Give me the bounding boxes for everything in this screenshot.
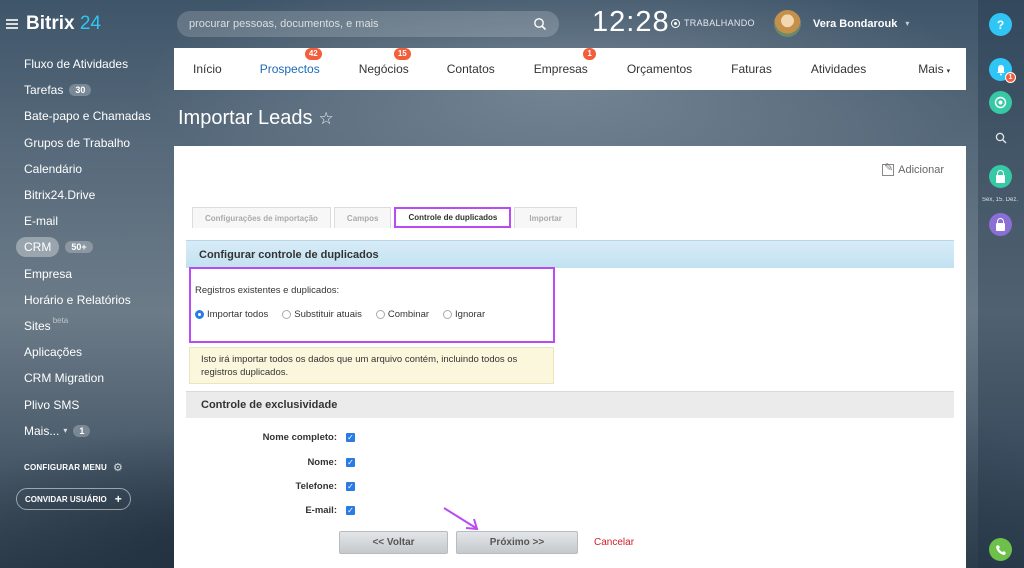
invite-user-button[interactable]: CONVIDAR USUÁRIO + <box>16 488 131 510</box>
negocios-badge: 15 <box>393 48 411 60</box>
sidebar-item-aplicacoes[interactable]: Aplicações <box>0 339 160 365</box>
step-duplicates[interactable]: Controle de duplicados <box>394 207 512 228</box>
sidebar-item-drive[interactable]: Bitrix24.Drive <box>0 182 160 208</box>
app-logo[interactable]: Bitrix 24 <box>26 13 101 35</box>
sidebar-nav: Fluxo de Atividades Tarefas 30 Bate-papo … <box>0 51 160 444</box>
sidebar-item-empresa[interactable]: Empresa <box>0 261 160 287</box>
config-menu-link[interactable]: CONFIGURAR MENU ⚙ <box>24 461 123 474</box>
user-menu[interactable]: Vera Bondarouk ▾ <box>774 10 909 37</box>
field-phone: Telefone: ✓ <box>295 481 355 492</box>
add-link[interactable]: Adicionar <box>882 161 944 176</box>
back-button[interactable]: << Voltar <box>339 531 448 554</box>
more-count-badge: 1 <box>73 424 91 437</box>
sidebar-item-mais[interactable]: Mais... ▾ 1 <box>0 418 160 444</box>
user-name: Vera Bondarouk <box>813 17 898 30</box>
tab-empresas[interactable]: Empresas 1 <box>534 48 596 76</box>
step-import[interactable]: Importar <box>514 207 577 228</box>
avatar <box>774 10 801 37</box>
sidebar-item-sites[interactable]: Sites beta <box>0 313 160 339</box>
chevron-down-icon: ▾ <box>946 68 951 75</box>
logo-row: Bitrix 24 <box>0 0 160 48</box>
tab-orcamentos[interactable]: Orçamentos <box>627 62 692 76</box>
tab-prospectos[interactable]: Prospectos 42 <box>260 48 322 76</box>
chat-icon[interactable] <box>989 91 1012 114</box>
page-title: Importar Leads ☆ <box>178 107 334 129</box>
search-icon[interactable] <box>989 126 1012 149</box>
crm-count-badge: 50+ <box>65 241 93 254</box>
tab-inicio[interactable]: Início <box>193 62 222 76</box>
sidebar-item-email[interactable]: E-mail <box>0 208 160 234</box>
next-button[interactable]: Próximo >> <box>456 531 578 554</box>
tasks-count-badge: 30 <box>69 84 92 97</box>
lock-icon[interactable] <box>989 165 1012 188</box>
sidebar-item-fluxo[interactable]: Fluxo de Atividades <box>0 51 160 77</box>
tab-mais[interactable]: Mais ▾ <box>918 62 950 76</box>
sidebar-item-plivo[interactable]: Plivo SMS <box>0 391 160 417</box>
prospectos-badge: 42 <box>304 48 322 60</box>
work-status[interactable]: TRABALHANDO <box>671 18 755 28</box>
sidebar-item-crm[interactable]: CRM 50+ <box>0 234 160 260</box>
checkbox-full-name[interactable]: ✓ <box>346 433 355 442</box>
dup-radio-group: Importar todos Substituir atuais Combina… <box>195 309 499 320</box>
empresas-badge: 1 <box>583 48 596 60</box>
crm-tabs: Início Prospectos 42 Negócios 15 Contatos … <box>174 48 966 90</box>
help-icon[interactable]: ? <box>989 13 1012 36</box>
tab-faturas[interactable]: Faturas <box>731 62 772 76</box>
import-panel: Adicionar Configurações de importação Ca… <box>174 146 966 568</box>
checkbox-name[interactable]: ✓ <box>346 458 355 467</box>
edit-icon <box>882 161 895 176</box>
plus-icon: + <box>114 492 122 506</box>
import-notice: Isto irá importar todos os dados que um … <box>189 347 554 384</box>
search-input[interactable] <box>189 18 533 30</box>
tab-negocios[interactable]: Negócios 15 <box>359 48 411 76</box>
chevron-down-icon: ▾ <box>905 19 910 28</box>
duplicate-options-box: Registros existentes e duplicados: Impor… <box>189 267 555 343</box>
tab-atividades[interactable]: Atividades <box>811 62 866 76</box>
exclusivity-section-header: Controle de exclusividade <box>186 391 954 418</box>
dup-options-label: Registros existentes e duplicados: <box>195 285 340 296</box>
step-fields[interactable]: Campos <box>333 207 392 228</box>
sidebar-item-crm-migration[interactable]: CRM Migration <box>0 365 160 391</box>
sidebar-item-grupos[interactable]: Grupos de Trabalho <box>0 130 160 156</box>
annotation-arrow-icon <box>443 507 479 531</box>
radio-replace[interactable]: Substituir atuais <box>282 309 362 320</box>
dup-section-header: Configurar controle de duplicados <box>186 240 954 268</box>
menu-icon[interactable] <box>6 19 18 29</box>
search-bar <box>177 11 559 37</box>
phone-icon[interactable] <box>989 538 1012 561</box>
clock: 12:28 <box>592 6 670 38</box>
record-icon <box>671 18 680 28</box>
search-icon[interactable] <box>533 17 547 31</box>
field-full-name: Nome completo: ✓ <box>262 432 355 443</box>
checkbox-email[interactable]: ✓ <box>346 506 355 515</box>
sidebar-item-tarefas[interactable]: Tarefas 30 <box>0 77 160 103</box>
field-email: E-mail: ✓ <box>305 505 355 516</box>
import-steps: Configurações de importação Campos Contr… <box>192 207 580 228</box>
left-sidebar: Bitrix 24 Fluxo de Atividades Tarefas 30 … <box>0 0 160 568</box>
date-label: Sex, 15. Dez. <box>982 197 1019 203</box>
gear-icon: ⚙ <box>113 462 124 474</box>
notification-bell-icon[interactable]: 1 <box>989 58 1016 83</box>
radio-ignore[interactable]: Ignorar <box>443 309 485 320</box>
notification-count: 1 <box>1005 72 1016 83</box>
sidebar-item-horario[interactable]: Horário e Relatórios <box>0 287 160 313</box>
sidebar-item-chat[interactable]: Bate-papo e Chamadas <box>0 103 160 129</box>
tab-contatos[interactable]: Contatos <box>447 62 495 76</box>
checkbox-phone[interactable]: ✓ <box>346 482 355 491</box>
chevron-down-icon: ▾ <box>63 426 68 436</box>
sidebar-item-calendario[interactable]: Calendário <box>0 156 160 182</box>
radio-import-all[interactable]: Importar todos <box>195 309 268 320</box>
field-name: Nome: ✓ <box>307 457 355 468</box>
right-toolbar: ? 1 Sex, 15. Dez. <box>978 0 1024 568</box>
star-icon[interactable]: ☆ <box>319 109 334 129</box>
lock-icon[interactable] <box>989 213 1012 236</box>
cancel-link[interactable]: Cancelar <box>594 537 634 548</box>
radio-merge[interactable]: Combinar <box>375 309 429 320</box>
step-settings[interactable]: Configurações de importação <box>192 207 331 228</box>
